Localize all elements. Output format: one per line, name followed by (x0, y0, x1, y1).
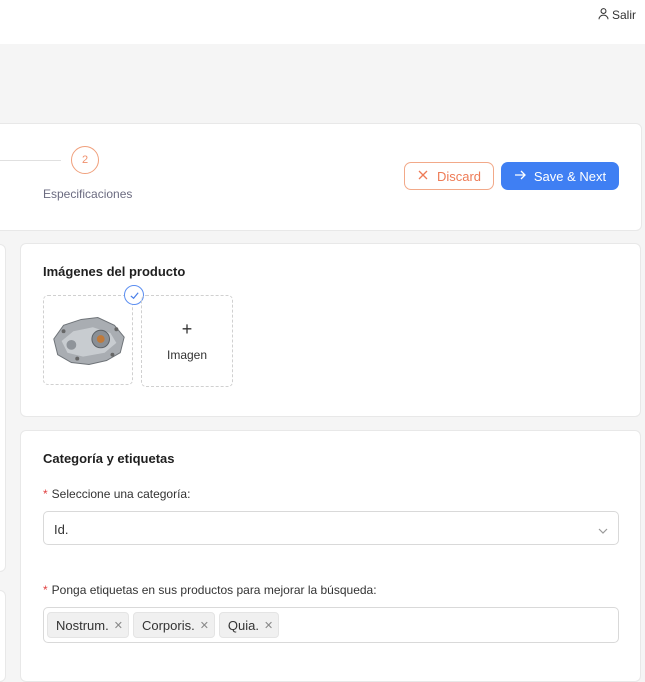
step-2-label: Especificaciones (43, 187, 133, 201)
tag-text: Quia. (227, 617, 259, 633)
step-2-indicator[interactable]: 2 (71, 146, 99, 174)
required-marker: * (43, 487, 48, 501)
tag-text: Corporis. (141, 617, 195, 633)
tag-chip: Quia. ✕ (218, 612, 280, 638)
tag-text: Nostrum. (56, 617, 109, 633)
step-connector (0, 160, 61, 161)
top-bar: Salir (0, 0, 645, 44)
add-image-button[interactable]: + Imagen (141, 295, 233, 387)
discard-label: Discard (436, 168, 482, 184)
chevron-down-icon (598, 524, 608, 534)
tags-label-text: Ponga etiquetas en sus productos para me… (51, 583, 377, 597)
category-select-value: Id. (54, 522, 69, 537)
side-panel (0, 244, 6, 572)
logout-label: Salir (611, 8, 636, 22)
category-tags-card: Categoría y etiquetas * Seleccione una ca… (20, 430, 641, 682)
required-marker: * (43, 583, 48, 597)
oil-pump-image (45, 297, 129, 381)
logout-button[interactable]: Salir (597, 7, 636, 23)
remove-tag-icon[interactable]: ✕ (200, 619, 209, 632)
product-images-card: Imágenes del producto + Imagen (20, 243, 641, 417)
save-next-button[interactable]: Save & Next (501, 162, 619, 190)
product-image-thumbnail[interactable] (43, 295, 133, 385)
category-title: Categoría y etiquetas (43, 451, 175, 466)
remove-tag-icon[interactable]: ✕ (264, 619, 273, 632)
category-label-text: Seleccione una categoría: (51, 487, 191, 501)
category-field-label: * Seleccione una categoría: (43, 487, 190, 501)
tags-input[interactable]: Nostrum. ✕ Corporis. ✕ Quia. ✕ (43, 607, 619, 643)
arrow-right-icon (514, 169, 526, 184)
user-icon (597, 7, 610, 23)
category-select[interactable]: Id. (43, 511, 619, 545)
tag-chip: Nostrum. ✕ (47, 612, 129, 638)
tags-field-label: * Ponga etiquetas en sus productos para m… (43, 583, 377, 597)
save-next-label: Save & Next (533, 168, 607, 184)
plus-icon: + (181, 319, 193, 339)
images-title: Imágenes del producto (43, 264, 186, 279)
tag-chip: Corporis. ✕ (132, 612, 215, 638)
discard-button[interactable]: Discard (404, 162, 494, 190)
remove-tag-icon[interactable]: ✕ (114, 619, 123, 632)
add-image-label: Imagen (166, 348, 208, 362)
steps-card: 2 Especificaciones Discard Save & Next (0, 123, 642, 231)
side-panel-lower (0, 590, 6, 682)
close-icon (417, 169, 429, 184)
